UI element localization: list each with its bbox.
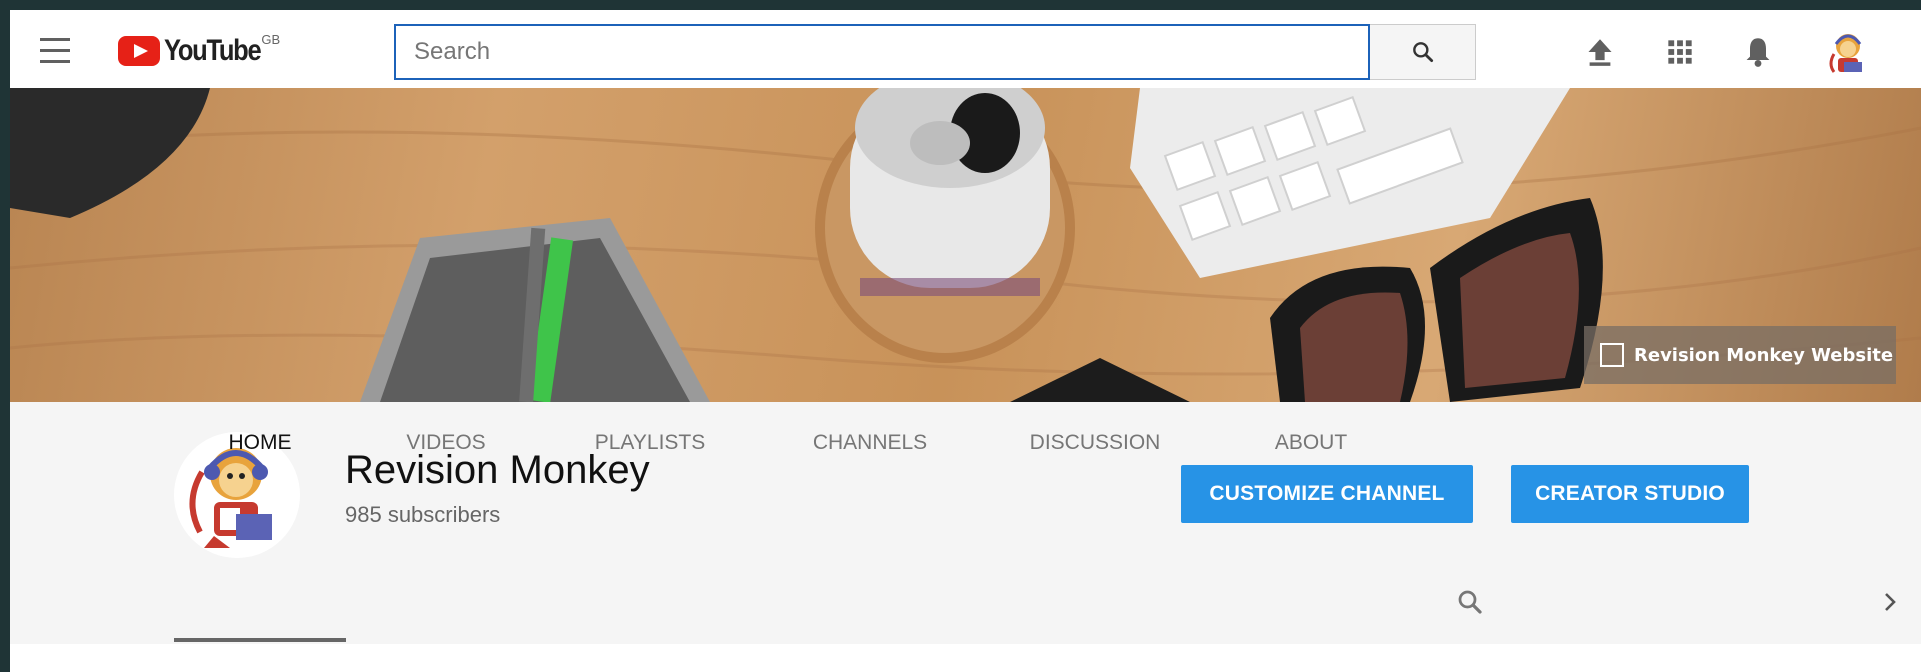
creator-studio-button[interactable]: CREATOR STUDIO	[1511, 465, 1749, 523]
search-input[interactable]	[414, 38, 1350, 66]
menu-icon[interactable]	[40, 38, 72, 64]
upload-icon[interactable]	[1580, 32, 1620, 72]
youtube-channel-page: YouTube GB Search Revision Monkey Websit…	[10, 10, 1921, 672]
tab-home[interactable]: HOME	[174, 402, 346, 484]
active-tab-indicator	[174, 638, 346, 642]
channel-banner: Revision Monkey Website	[10, 88, 1921, 402]
website-link[interactable]: Revision Monkey Website	[1584, 326, 1896, 384]
search-box	[394, 24, 1370, 80]
tab-playlists[interactable]: PLAYLISTS	[570, 402, 730, 484]
youtube-logo[interactable]: YouTube GB	[118, 32, 280, 67]
search-icon	[1458, 590, 1482, 614]
channel-search-button[interactable]	[1450, 582, 1490, 622]
bell-icon[interactable]	[1738, 32, 1778, 72]
website-link-label: Revision Monkey Website	[1634, 344, 1894, 366]
subscriber-count: 985 subscribers	[345, 502, 501, 527]
masthead: YouTube GB	[10, 10, 1921, 88]
tab-channels[interactable]: CHANNELS	[790, 402, 950, 484]
apps-icon[interactable]	[1660, 32, 1700, 72]
tab-discussion[interactable]: DISCUSSION	[1010, 402, 1180, 484]
link-icon	[1600, 343, 1624, 367]
region-code: GB	[261, 32, 281, 47]
tab-videos[interactable]: VIDEOS	[386, 402, 506, 484]
channel-header: Revision Monkey 985 subscribers CUSTOMIZ…	[10, 402, 1921, 644]
youtube-play-icon	[118, 36, 160, 66]
tab-about[interactable]: ABOUT	[1246, 402, 1376, 484]
tabs-next-button[interactable]	[1870, 582, 1910, 622]
search-button[interactable]	[1370, 24, 1476, 80]
chevron-right-icon	[1885, 593, 1896, 611]
search-icon	[1412, 42, 1433, 63]
logo-text: YouTube	[164, 34, 262, 67]
account-avatar[interactable]	[1820, 24, 1876, 80]
